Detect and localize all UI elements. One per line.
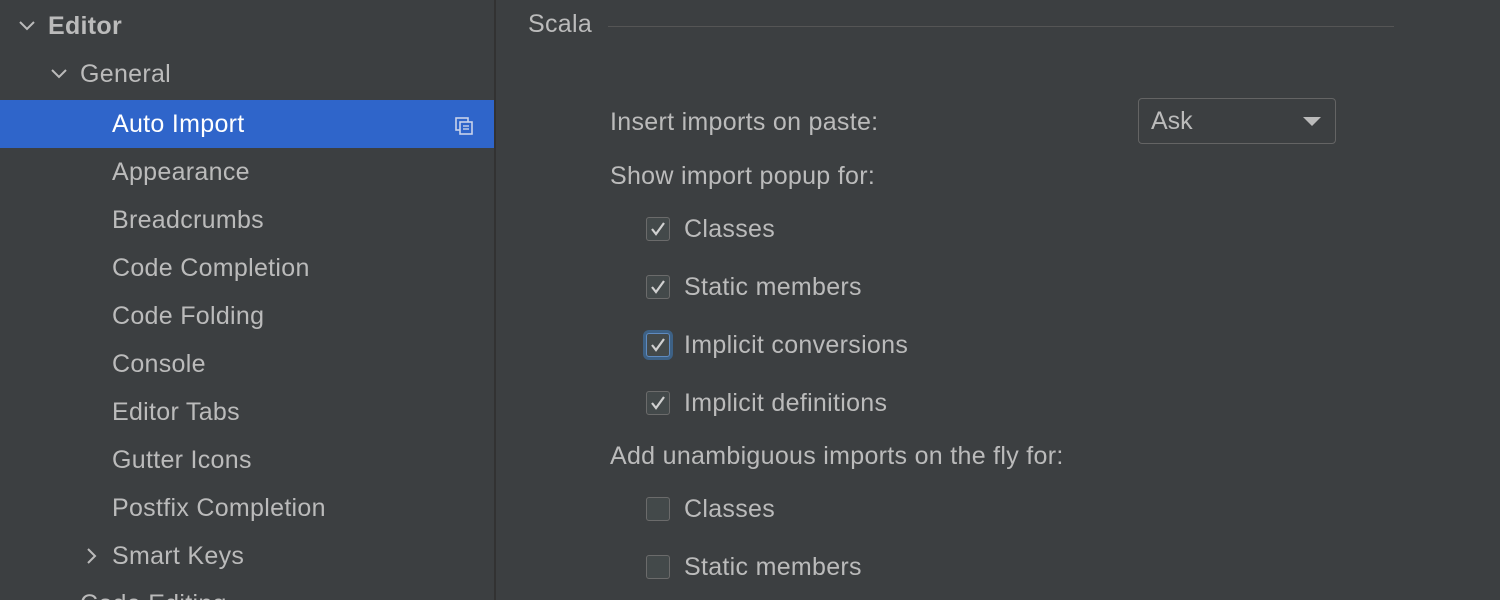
popup-implicit-definitions-checkbox-row[interactable]: Implicit definitions <box>646 383 887 423</box>
tree-item-label: Editor <box>48 11 123 40</box>
checkmark-icon <box>651 222 665 236</box>
unambiguous-classes-checkbox-row[interactable]: Classes <box>646 489 775 529</box>
checkbox-label: Implicit definitions <box>684 388 888 417</box>
tree-item-label: Auto Import <box>112 109 245 138</box>
checkmark-icon <box>651 280 665 294</box>
tree-item-label: Code Completion <box>112 253 310 282</box>
checkbox[interactable] <box>646 333 670 357</box>
chevron-down-icon <box>1303 117 1321 126</box>
checkbox[interactable] <box>646 391 670 415</box>
section-separator <box>608 26 1394 27</box>
unambiguous-static-members-checkbox-row[interactable]: Static members <box>646 547 862 587</box>
tree-item-label: Console <box>112 349 206 378</box>
checkbox-label: Implicit conversions <box>684 330 909 359</box>
tree-item-breadcrumbs[interactable]: Breadcrumbs <box>0 196 494 244</box>
tree-item-code-editing[interactable]: Code Editing <box>0 580 494 600</box>
section-title: Scala <box>528 10 593 38</box>
tree-item-auto-import[interactable]: Auto Import <box>0 100 494 148</box>
tree-item-smart-keys[interactable]: Smart Keys <box>0 532 494 580</box>
checkbox[interactable] <box>646 497 670 521</box>
checkmark-icon <box>651 338 665 352</box>
tree-item-postfix-completion[interactable]: Postfix Completion <box>0 484 494 532</box>
tree-item-label: Postfix Completion <box>112 493 326 522</box>
dropdown-value: Ask <box>1151 106 1193 135</box>
tree-item-editor[interactable]: Editor <box>0 2 494 50</box>
checkbox-label: Classes <box>684 214 776 243</box>
tree-item-label: Gutter Icons <box>112 445 252 474</box>
tree-item-code-folding[interactable]: Code Folding <box>0 292 494 340</box>
tree-item-label: Appearance <box>112 157 250 186</box>
checkbox[interactable] <box>646 217 670 241</box>
checkbox-label: Classes <box>684 494 776 523</box>
tree-item-gutter-icons[interactable]: Gutter Icons <box>0 436 494 484</box>
tree-item-label: Breadcrumbs <box>112 205 264 234</box>
settings-content: Scala Insert imports on paste: Ask Show … <box>496 0 1500 600</box>
popup-implicit-conversions-checkbox-row[interactable]: Implicit conversions <box>646 325 908 365</box>
tree-item-appearance[interactable]: Appearance <box>0 148 494 196</box>
popup-classes-checkbox-row[interactable]: Classes <box>646 209 775 249</box>
checkbox-label: Static members <box>684 552 862 581</box>
settings-sidebar: Editor General Auto Import Appearance Br… <box>0 0 494 600</box>
tree-item-label: General <box>80 59 172 88</box>
show-popup-label: Show import popup for: <box>610 162 876 190</box>
insert-imports-dropdown[interactable]: Ask <box>1138 98 1336 144</box>
checkmark-icon <box>651 396 665 410</box>
tree-item-label: Code Folding <box>112 301 265 330</box>
tree-item-console[interactable]: Console <box>0 340 494 388</box>
tree-item-label: Editor Tabs <box>112 397 240 426</box>
add-unambiguous-label: Add unambiguous imports on the fly for: <box>610 442 1064 470</box>
checkbox-label: Static members <box>684 272 862 301</box>
tree-item-editor-tabs[interactable]: Editor Tabs <box>0 388 494 436</box>
chevron-down-icon[interactable] <box>14 13 40 39</box>
checkbox[interactable] <box>646 555 670 579</box>
chevron-down-icon[interactable] <box>46 61 72 87</box>
tree-item-label: Code Editing <box>80 590 227 600</box>
tree-item-general[interactable]: General <box>0 50 494 98</box>
copy-icon[interactable] <box>454 114 474 135</box>
tree-item-label: Smart Keys <box>112 541 245 570</box>
chevron-right-icon[interactable] <box>78 543 104 569</box>
popup-static-members-checkbox-row[interactable]: Static members <box>646 267 862 307</box>
insert-imports-label: Insert imports on paste: <box>610 108 879 136</box>
checkbox[interactable] <box>646 275 670 299</box>
tree-item-code-completion[interactable]: Code Completion <box>0 244 494 292</box>
